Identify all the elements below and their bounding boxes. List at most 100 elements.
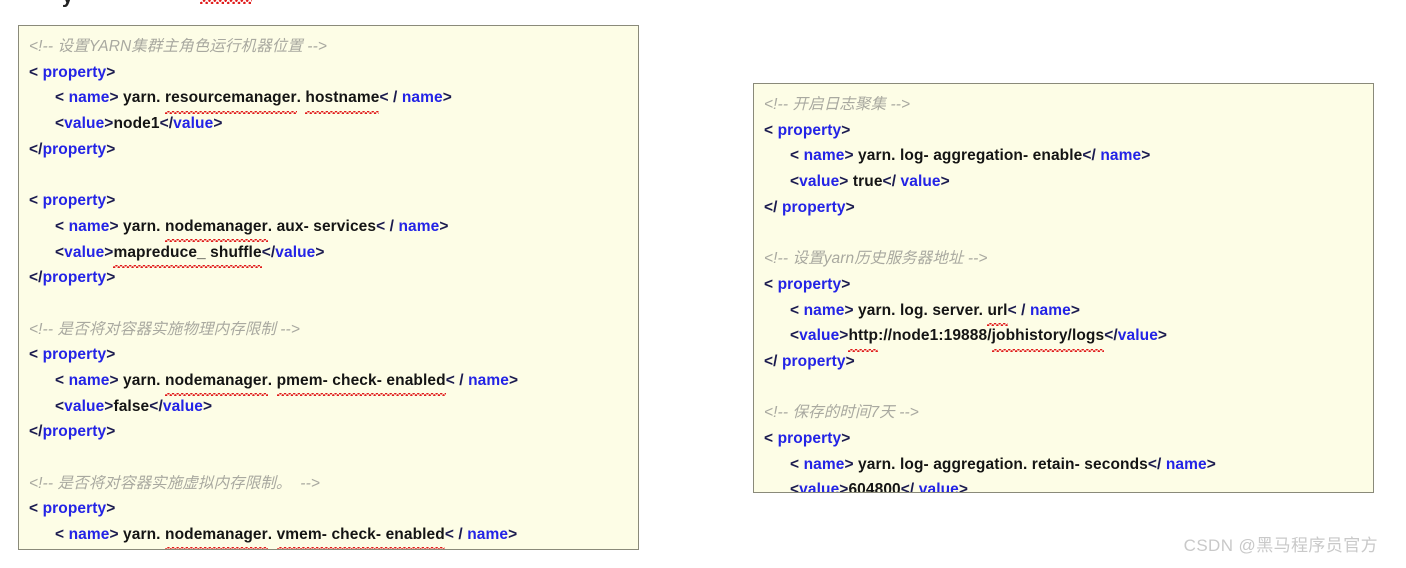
- xml-tag-name: name: [68, 217, 110, 235]
- code-line: <!-- 开启日志聚集 -->: [764, 92, 1363, 118]
- xml-bracket: <: [55, 526, 69, 544]
- xml-bracket: </: [764, 352, 782, 370]
- xml-text: .: [296, 89, 306, 107]
- xml-bracket: >: [109, 217, 124, 235]
- xml-tag-name: name: [68, 371, 110, 389]
- xml-text: yarn. log- aggregation. retain- seconds: [858, 455, 1148, 473]
- xml-bracket: <: [790, 481, 800, 493]
- xml-tag-name: value: [64, 115, 105, 133]
- xml-text-spellchecked: resourcemanager: [165, 85, 297, 114]
- xml-comment: <!-- 设置yarn历史服务器地址 -->: [764, 250, 988, 268]
- xml-tag-name: name: [803, 455, 845, 473]
- xml-text-spellchecked: nodemanager: [165, 368, 268, 397]
- xml-text: true: [852, 173, 883, 191]
- xml-text: yarn.: [123, 371, 165, 389]
- xml-bracket: >: [940, 173, 950, 191]
- xml-text-spellchecked: nodemanager: [165, 522, 268, 549]
- xml-bracket: </: [149, 397, 163, 415]
- xml-bracket: < /: [445, 371, 469, 389]
- xml-tag-name: value: [799, 481, 840, 493]
- xml-comment: <!-- 是否将对容器实施虚拟内存限制。 -->: [29, 474, 320, 492]
- xml-bracket: >: [841, 429, 851, 447]
- xml-text: node1:19888/: [892, 327, 992, 345]
- xml-tag-name: property: [42, 269, 107, 287]
- xml-bracket: >: [844, 301, 859, 319]
- xml-bracket: <: [764, 275, 778, 293]
- code-line: < property>: [764, 118, 1363, 144]
- xml-bracket: >: [315, 243, 325, 261]
- xml-tag-name: property: [42, 63, 107, 81]
- xml-tag-name: name: [803, 301, 845, 319]
- code-line: <!-- 设置YARN集群主角色运行机器位置 -->: [29, 34, 628, 60]
- xml-tag-name: name: [68, 89, 110, 107]
- code-line: </ property>: [764, 349, 1363, 375]
- code-line: < name> yarn. nodemanager. aux- services…: [29, 214, 628, 243]
- xml-text: . aux- services: [267, 217, 377, 235]
- xml-bracket: <: [790, 173, 800, 191]
- xml-tag-name: name: [467, 526, 509, 544]
- xml-bracket: < /: [1007, 301, 1030, 319]
- code-line: < property>: [29, 342, 628, 368]
- xml-bracket: <: [55, 89, 69, 107]
- xml-bracket: <: [55, 217, 69, 235]
- xml-bracket: >: [841, 275, 851, 293]
- xml-tag-name: name: [1100, 147, 1142, 165]
- xml-tag-name: property: [42, 423, 107, 441]
- xml-bracket: >: [839, 173, 853, 191]
- xml-bracket: >: [841, 121, 851, 139]
- xml-bracket: >: [442, 89, 452, 107]
- xml-bracket: <: [790, 301, 804, 319]
- xml-bracket: >: [106, 140, 116, 158]
- xml-bracket: </: [1104, 327, 1118, 345]
- xml-bracket: >: [109, 89, 124, 107]
- code-line: < property>: [29, 60, 628, 86]
- xml-bracket: >: [508, 371, 519, 389]
- code-line: </property>: [29, 419, 628, 445]
- xml-bracket: >: [845, 198, 855, 216]
- xml-text-spellchecked: nodemanager: [165, 214, 268, 243]
- code-line: < property>: [764, 272, 1363, 298]
- xml-tag-name: value: [162, 397, 203, 415]
- xml-bracket: </: [900, 481, 919, 493]
- xml-text-spellchecked: vmem- check- enabled: [276, 522, 446, 549]
- xml-bracket: <: [764, 429, 778, 447]
- xml-bracket: >: [104, 243, 114, 261]
- xml-bracket: >: [508, 526, 518, 544]
- xml-bracket: </: [882, 173, 901, 191]
- xml-bracket: >: [1141, 147, 1151, 165]
- xml-bracket: >: [203, 397, 213, 415]
- xml-comment: <!-- 开启日志聚集 -->: [764, 96, 911, 113]
- xml-tag-name: value: [918, 481, 959, 493]
- xml-bracket: <: [790, 455, 804, 473]
- xml-tag-name: property: [777, 429, 842, 447]
- xml-bracket: <: [55, 243, 65, 261]
- cropped-title-remnant: y: [0, 0, 400, 12]
- xml-bracket: </: [29, 140, 43, 158]
- code-line: <!-- 是否将对容器实施虚拟内存限制。 -->: [29, 471, 628, 497]
- xml-text-spellchecked: jobhistory/logs: [991, 323, 1105, 352]
- code-line: < name> yarn. nodemanager. vmem- check- …: [29, 522, 628, 549]
- cropped-glyph: y: [62, 0, 73, 9]
- xml-bracket: >: [106, 269, 116, 287]
- csdn-watermark: CSDN @黑马程序员官方: [1183, 536, 1378, 555]
- xml-text: node1: [113, 115, 160, 133]
- xml-tag-name: value: [173, 115, 214, 133]
- xml-text: .: [267, 526, 277, 544]
- xml-bracket: </: [1082, 147, 1101, 165]
- code-line: <value>mapreduce_ shuffle</value>: [29, 240, 628, 268]
- xml-bracket: <: [764, 121, 778, 139]
- xml-tag-name: value: [64, 243, 105, 261]
- code-line: </ property>: [764, 195, 1363, 221]
- xml-bracket: </: [159, 115, 174, 133]
- xml-bracket: >: [839, 327, 849, 345]
- xml-text: yarn.: [123, 217, 165, 235]
- code-line: < property>: [29, 188, 628, 214]
- xml-text: false: [113, 397, 150, 415]
- xml-bracket: >: [213, 115, 223, 133]
- xml-bracket: </: [29, 269, 43, 287]
- code-line: < name> yarn. log- aggregation- enable</…: [764, 143, 1363, 169]
- xml-bracket: >: [106, 346, 116, 364]
- xml-bracket: <: [55, 371, 69, 389]
- xml-bracket: <: [29, 63, 43, 81]
